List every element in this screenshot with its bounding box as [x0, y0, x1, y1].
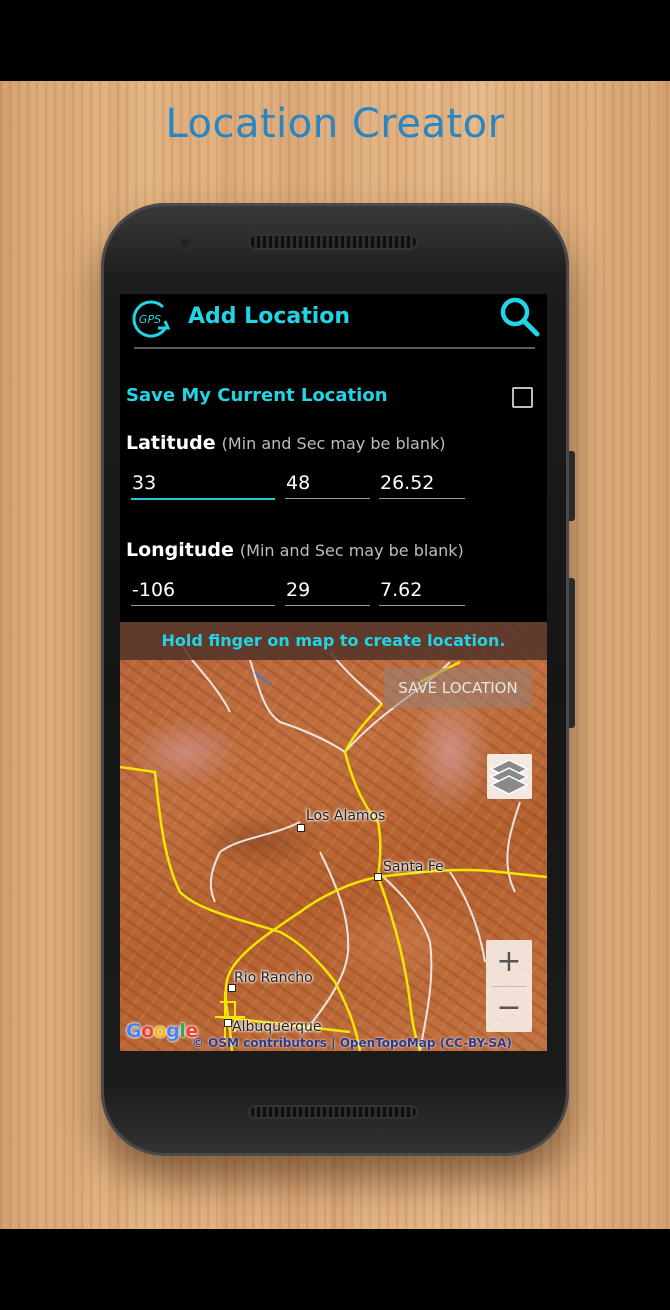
volume-button [569, 451, 575, 521]
google-logo[interactable]: Google [126, 1020, 198, 1042]
gps-logo-icon: GPS [132, 300, 171, 338]
layers-button[interactable] [487, 754, 532, 799]
power-button [569, 578, 575, 728]
front-camera [178, 236, 192, 250]
latitude-minutes-input[interactable]: 48 [285, 468, 370, 499]
zoom-out-button[interactable]: − [486, 986, 532, 1032]
top-speaker [248, 234, 418, 250]
zoom-in-button[interactable]: + [486, 940, 532, 986]
bottom-speaker [248, 1105, 418, 1119]
map-place-los-alamos: Los Alamos [306, 808, 386, 824]
map-attribution: © OSM contributors | OpenTopoMap (CC-BY-… [192, 1036, 512, 1050]
map-instruction-banner: Hold finger on map to create location. [120, 622, 547, 660]
latitude-degrees-input[interactable]: 33 [131, 468, 275, 500]
search-icon[interactable] [498, 294, 542, 340]
longitude-degrees-input[interactable]: -106 [131, 575, 275, 606]
longitude-label-row: Longitude (Min and Sec may be blank) [126, 539, 464, 561]
santa-fe-marker [374, 873, 382, 881]
los-alamos-marker [297, 824, 305, 832]
map-view[interactable]: Hold finger on map to create location. S… [120, 622, 547, 1051]
gps-logo-text: GPS [139, 313, 161, 326]
map-place-albuquerque: Albuquerque [232, 1019, 322, 1035]
appbar-divider [134, 347, 535, 349]
zoom-controls: + − [486, 940, 532, 1032]
map-place-santa-fe: Santa Fe [383, 859, 444, 875]
albuquerque-marker [224, 1019, 232, 1027]
longitude-label: Longitude [126, 539, 234, 561]
promo-title: Location Creator [165, 101, 505, 147]
longitude-hint: (Min and Sec may be blank) [239, 541, 464, 560]
save-current-location-label: Save My Current Location [126, 385, 388, 406]
layers-icon [489, 759, 529, 795]
latitude-hint: (Min and Sec may be blank) [221, 434, 446, 453]
zoom-divider [492, 986, 526, 987]
longitude-minutes-input[interactable]: 29 [285, 575, 370, 606]
latitude-label: Latitude [126, 432, 216, 454]
save-current-location-checkbox[interactable] [512, 387, 533, 408]
save-location-button[interactable]: SAVE LOCATION [384, 668, 532, 708]
page-title: Add Location [188, 304, 351, 329]
latitude-seconds-input[interactable]: 26.52 [379, 468, 465, 499]
longitude-seconds-input[interactable]: 7.62 [379, 575, 465, 606]
app-screen: GPS Add Location Save My Current Locatio… [120, 294, 547, 1051]
latitude-label-row: Latitude (Min and Sec may be blank) [126, 432, 446, 454]
map-place-rio-rancho: Rio Rancho [234, 970, 313, 986]
app-bar: GPS Add Location [120, 294, 547, 350]
